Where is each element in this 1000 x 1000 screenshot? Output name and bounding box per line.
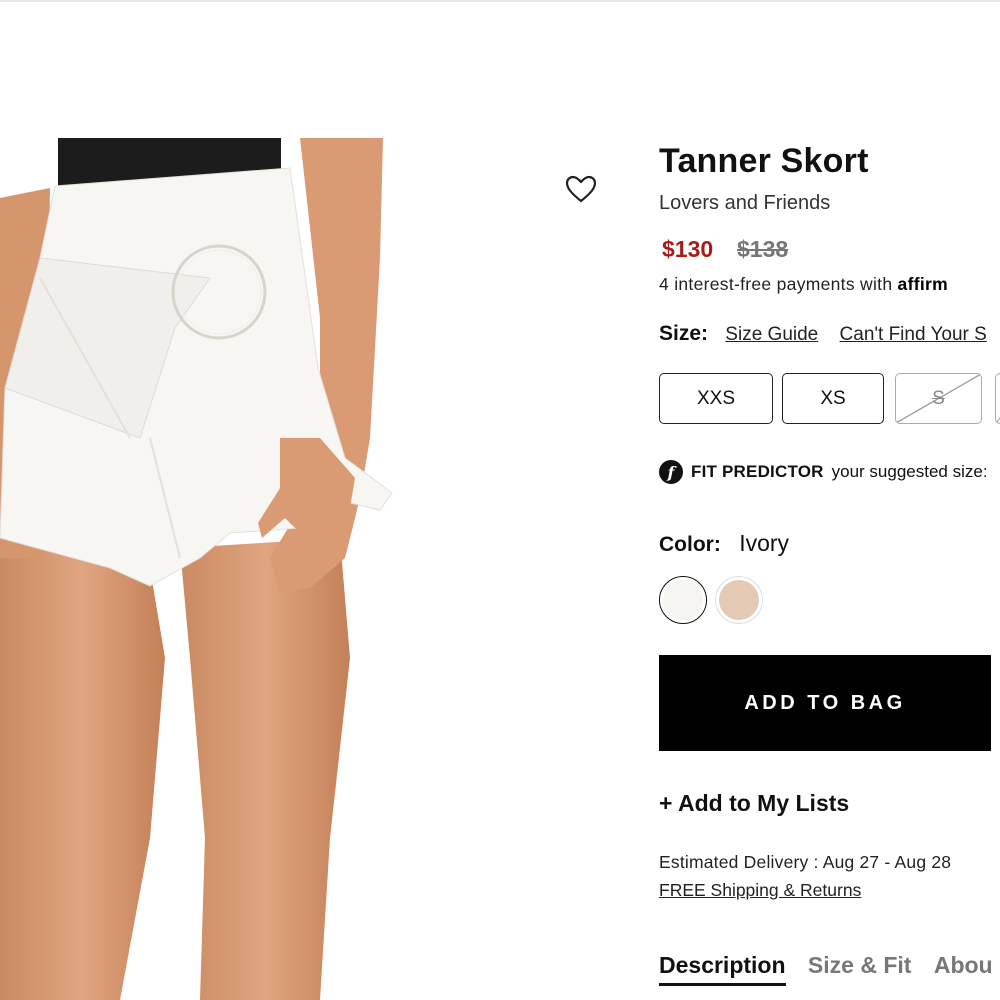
- color-label: Color:: [659, 533, 721, 556]
- product-brand[interactable]: Lovers and Friends: [659, 192, 830, 215]
- product-details: Tanner Skort Lovers and Friends $130 $13…: [659, 138, 1000, 1000]
- size-option-xs[interactable]: XS: [782, 373, 884, 424]
- cant-find-size-link[interactable]: Can't Find Your S: [840, 324, 987, 345]
- size-guide-link[interactable]: Size Guide: [725, 324, 818, 345]
- wishlist-heart-icon[interactable]: [563, 173, 599, 205]
- size-option-next: [995, 373, 1000, 424]
- size-option-label: XS: [820, 387, 846, 409]
- size-row: Size: Size Guide Can't Find Your S: [659, 322, 1000, 346]
- product-image[interactable]: [0, 138, 560, 1000]
- color-swatch-ivory[interactable]: [659, 576, 707, 624]
- original-price: $138: [737, 236, 789, 262]
- size-option-xxs[interactable]: XXS: [659, 373, 773, 424]
- affirm-text: 4 interest-free payments with: [659, 274, 898, 294]
- tab-about[interactable]: Abou: [934, 952, 993, 983]
- size-option-label: XXS: [696, 387, 736, 409]
- header-divider: [0, 0, 1000, 2]
- fit-predictor-icon: f: [659, 460, 683, 484]
- estimated-delivery: Estimated Delivery : Aug 27 - Aug 28: [659, 852, 952, 872]
- selected-color: Ivory: [739, 530, 790, 556]
- affirm-payments[interactable]: 4 interest-free payments with affirm: [659, 274, 948, 295]
- tab-size-fit[interactable]: Size & Fit: [808, 952, 912, 983]
- fit-predictor-text: your suggested size:: [831, 462, 988, 481]
- size-option-s: S: [895, 373, 982, 424]
- color-row: Color: Ivory: [659, 530, 789, 557]
- size-option-label: S: [932, 387, 945, 409]
- sale-price: $130: [662, 236, 714, 262]
- affirm-logo: affirm: [897, 274, 948, 294]
- add-to-bag-button[interactable]: ADD TO BAG: [659, 655, 991, 751]
- free-shipping-link[interactable]: FREE Shipping & Returns: [659, 880, 861, 901]
- product-tabs: Description Size & Fit Abou: [659, 952, 1000, 986]
- tab-description[interactable]: Description: [659, 952, 786, 986]
- size-label: Size:: [659, 322, 709, 345]
- add-to-lists-link[interactable]: + Add to My Lists: [659, 790, 849, 817]
- fit-predictor[interactable]: f FIT PREDICTOR your suggested size:: [659, 460, 988, 484]
- fit-predictor-label: FIT PREDICTOR: [691, 462, 824, 481]
- color-swatch-blush[interactable]: [715, 576, 763, 624]
- product-title: Tanner Skort: [659, 142, 869, 180]
